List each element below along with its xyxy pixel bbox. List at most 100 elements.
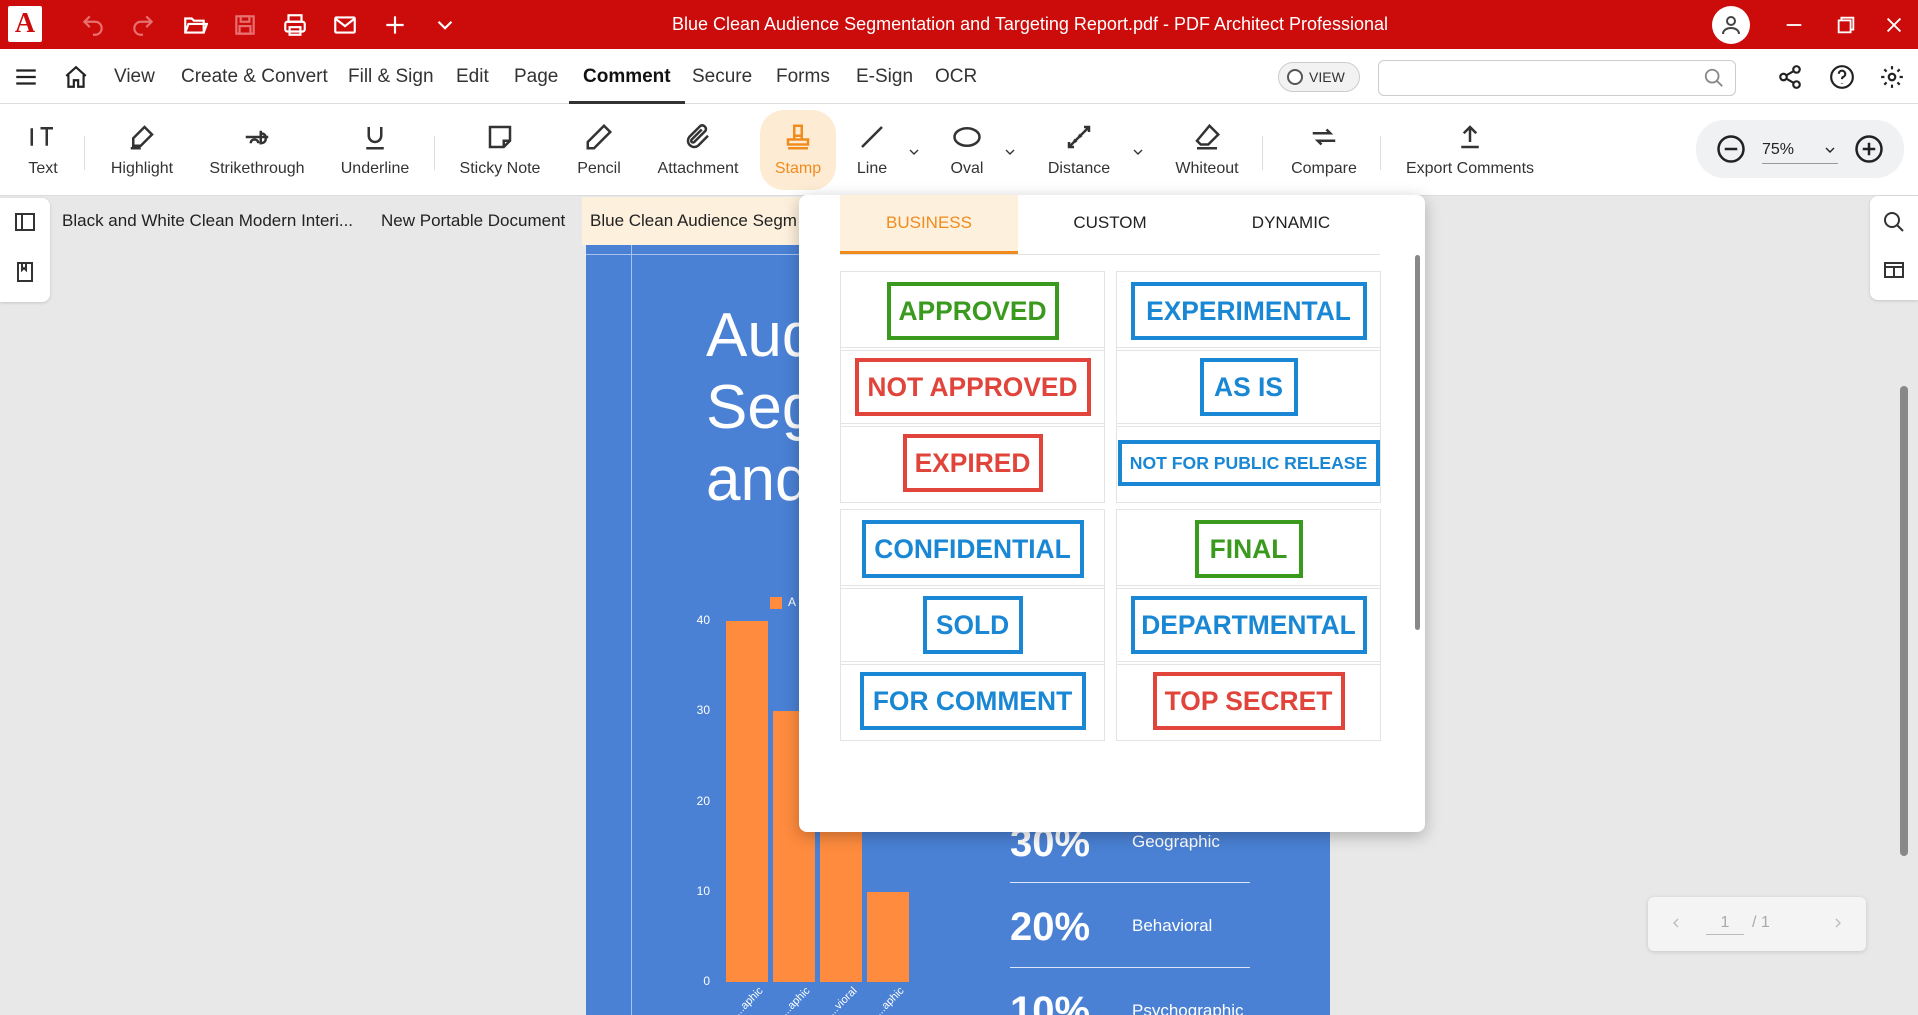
stamp-label: NOT FOR PUBLIC RELEASE [1117, 440, 1380, 486]
stamp-label: CONFIDENTIAL [861, 520, 1084, 578]
user-account-icon[interactable] [1712, 6, 1750, 44]
zoom-level-select[interactable]: 75% [1762, 138, 1838, 164]
x-tick-label: ...vioral [826, 984, 860, 1015]
left-side-panel [0, 198, 50, 302]
stamp-label: EXPIRED [902, 434, 1043, 492]
email-icon[interactable] [320, 0, 370, 49]
stamp-label: DEPARTMENTAL [1130, 596, 1367, 654]
stamp-option[interactable]: FINAL [1116, 509, 1381, 589]
menu-view[interactable]: View [114, 49, 155, 104]
open-folder-icon[interactable] [170, 0, 220, 49]
tool-label: Line [856, 160, 888, 177]
save-icon[interactable] [220, 0, 270, 49]
menu-fill-sign[interactable]: Fill & Sign [348, 49, 434, 104]
stamp-option[interactable]: SOLD [840, 585, 1105, 665]
stamp-option[interactable]: NOT APPROVED [840, 347, 1105, 427]
print-icon[interactable] [270, 0, 320, 49]
stamp-option[interactable]: DEPARTMENTAL [1116, 585, 1381, 665]
stat-divider [1010, 882, 1250, 883]
tool-distance[interactable]: Distance [1042, 104, 1116, 196]
tool-pencil[interactable]: Pencil [568, 104, 630, 196]
tool-strikethrough[interactable]: Strikethrough [202, 104, 312, 196]
paperclip-icon [686, 124, 709, 149]
stamp-option[interactable]: FOR COMMENT [840, 661, 1105, 741]
menu-forms[interactable]: Forms [776, 49, 830, 104]
document-scrollbar[interactable] [1900, 386, 1908, 856]
settings-gear-icon[interactable] [1876, 61, 1908, 93]
chevron-down-icon[interactable] [420, 0, 470, 49]
tool-text[interactable]: Text [16, 104, 70, 196]
tool-label: Text [28, 160, 58, 177]
menu-secure[interactable]: Secure [692, 49, 752, 104]
right-side-panel [1870, 196, 1918, 300]
redo-icon[interactable] [118, 0, 168, 49]
stamp-option[interactable]: AS IS [1116, 347, 1381, 427]
tool-sticky-note[interactable]: Sticky Note [452, 104, 548, 196]
tool-compare[interactable]: Compare [1284, 104, 1364, 196]
page-number-input[interactable]: 1 [1706, 911, 1744, 935]
oval-options-chevron-icon[interactable] [1002, 144, 1018, 160]
app-logo-icon: A [8, 6, 42, 42]
tool-whiteout[interactable]: Whiteout [1168, 104, 1246, 196]
stamp-option[interactable]: EXPIRED [840, 423, 1105, 503]
menu-edit[interactable]: Edit [456, 49, 489, 104]
zoom-in-icon[interactable] [1854, 134, 1884, 164]
document-tab[interactable]: New Portable Document [373, 197, 579, 245]
hamburger-menu-icon[interactable] [10, 61, 42, 93]
stamp-option[interactable]: TOP SECRET [1116, 661, 1381, 741]
zoom-control: 75% [1696, 120, 1904, 178]
menu-e-sign[interactable]: E-Sign [856, 49, 913, 104]
legend-label: A [788, 595, 797, 609]
menu-bar: View Create & Convert Fill & Sign Edit P… [0, 49, 1918, 104]
close-icon[interactable] [1866, 0, 1918, 49]
stamp-option[interactable]: APPROVED [840, 271, 1105, 351]
tool-label: Highlight [110, 160, 174, 177]
stamp-option[interactable]: CONFIDENTIAL [840, 509, 1105, 589]
zoom-out-icon[interactable] [1716, 134, 1746, 164]
chart-bar [726, 621, 768, 982]
tab-business[interactable]: BUSINESS [840, 195, 1018, 255]
text-tool-icon [30, 127, 53, 146]
view-mode-toggle[interactable]: VIEW [1278, 62, 1360, 92]
share-icon[interactable] [1774, 61, 1806, 93]
tool-highlight[interactable]: Highlight [100, 104, 184, 196]
tool-attachment[interactable]: Attachment [650, 104, 746, 196]
bookmark-icon[interactable] [13, 260, 39, 286]
home-icon[interactable] [60, 61, 92, 93]
y-tick-label: 30 [696, 703, 710, 718]
prev-page-icon[interactable] [1668, 915, 1684, 931]
minimize-icon[interactable] [1766, 0, 1822, 49]
panel-window-icon[interactable] [1882, 258, 1908, 284]
menu-comment[interactable]: Comment [569, 49, 685, 104]
tab-custom[interactable]: CUSTOM [1021, 195, 1199, 255]
search-input[interactable] [1389, 61, 1689, 95]
search-icon[interactable] [1882, 210, 1908, 236]
page-guide-line [631, 245, 632, 1015]
next-page-icon[interactable] [1830, 915, 1846, 931]
search-icon[interactable] [1703, 67, 1725, 94]
menu-ocr[interactable]: OCR [935, 49, 977, 104]
tool-stamp[interactable]: Stamp [760, 110, 836, 190]
line-options-chevron-icon[interactable] [906, 144, 922, 160]
sidebar-toggle-icon[interactable] [13, 210, 39, 236]
tab-dynamic[interactable]: DYNAMIC [1202, 195, 1380, 255]
popup-scrollbar[interactable] [1415, 255, 1420, 630]
new-plus-icon[interactable] [370, 0, 420, 49]
help-icon[interactable] [1826, 61, 1858, 93]
ruler-distance-icon [1067, 125, 1091, 149]
menu-page[interactable]: Page [514, 49, 558, 104]
document-tab[interactable]: Black and White Clean Modern Interi... [54, 197, 364, 245]
tool-export-comments[interactable]: Export Comments [1402, 104, 1538, 196]
stamp-option[interactable]: NOT FOR PUBLIC RELEASE [1116, 423, 1381, 503]
stamp-label: FINAL [1194, 520, 1303, 578]
legend-swatch [770, 597, 782, 609]
menu-create-convert[interactable]: Create & Convert [181, 49, 328, 104]
tool-oval[interactable]: Oval [946, 104, 988, 196]
distance-options-chevron-icon[interactable] [1130, 144, 1146, 160]
stamp-option[interactable]: EXPERIMENTAL [1116, 271, 1381, 351]
x-tick-label: ...aphic [779, 984, 813, 1015]
document-tab-active[interactable]: Blue Clean Audience Segm [582, 197, 802, 245]
tool-underline[interactable]: Underline [334, 104, 416, 196]
undo-icon[interactable] [68, 0, 118, 49]
tool-line[interactable]: Line [852, 104, 892, 196]
